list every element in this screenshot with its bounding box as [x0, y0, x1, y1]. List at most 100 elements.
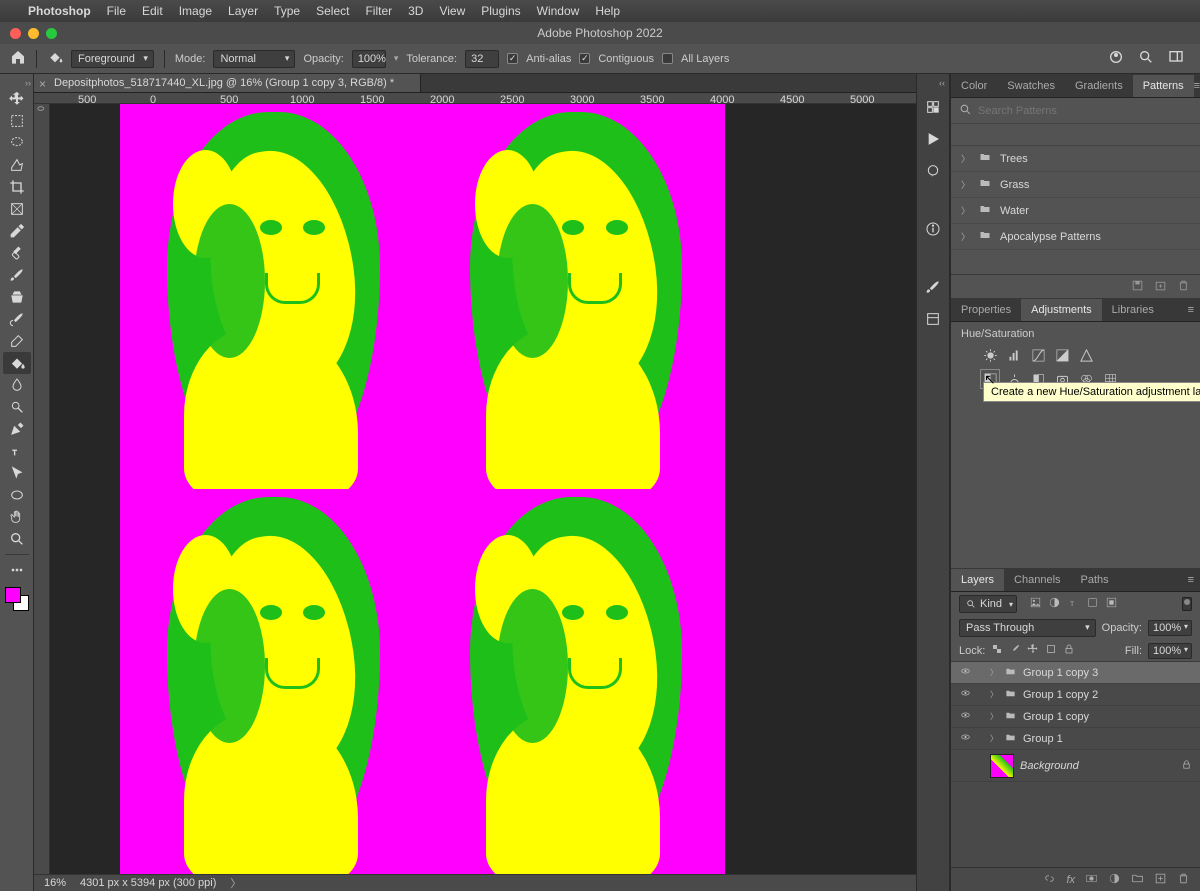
move-tool-icon[interactable]: [3, 88, 31, 110]
tab-layers[interactable]: Layers: [951, 569, 1004, 591]
eraser-tool-icon[interactable]: [3, 330, 31, 352]
filter-pixel-icon[interactable]: [1029, 596, 1042, 612]
tab-adjustments[interactable]: Adjustments: [1021, 299, 1102, 321]
history-brush-tool-icon[interactable]: [3, 308, 31, 330]
pattern-folder-apocalypse[interactable]: 〉Apocalypse Patterns: [951, 224, 1200, 250]
new-layer-icon[interactable]: [1154, 872, 1167, 888]
tab-properties[interactable]: Properties: [951, 299, 1021, 321]
disclosure-icon[interactable]: 〉: [990, 733, 998, 744]
pen-tool-icon[interactable]: [3, 418, 31, 440]
pattern-search-input[interactable]: [978, 105, 1192, 117]
layer-background[interactable]: Background: [951, 750, 1200, 782]
quick-select-tool-icon[interactable]: [3, 154, 31, 176]
menu-help[interactable]: Help: [595, 4, 620, 18]
search-icon[interactable]: [1138, 49, 1154, 68]
marquee-tool-icon[interactable]: [3, 110, 31, 132]
layer-group-1[interactable]: 〉 Group 1: [951, 728, 1200, 750]
menu-filter[interactable]: Filter: [365, 4, 392, 18]
foreground-color[interactable]: [5, 587, 21, 603]
contiguous-checkbox[interactable]: [579, 53, 590, 64]
layer-group-1-copy[interactable]: 〉 Group 1 copy: [951, 706, 1200, 728]
info-panel-icon[interactable]: [920, 216, 946, 242]
anti-alias-checkbox[interactable]: [507, 53, 518, 64]
cloud-docs-icon[interactable]: [1108, 49, 1124, 68]
levels-icon[interactable]: [1005, 346, 1023, 364]
curves-icon[interactable]: [1029, 346, 1047, 364]
lock-icon[interactable]: [1181, 759, 1192, 773]
visibility-icon[interactable]: [959, 666, 972, 679]
pattern-folder-water[interactable]: 〉Water: [951, 198, 1200, 224]
layer-group-1-copy-2[interactable]: 〉 Group 1 copy 2: [951, 684, 1200, 706]
save-preset-icon[interactable]: [1131, 279, 1144, 295]
menu-window[interactable]: Window: [537, 4, 580, 18]
link-layers-icon[interactable]: [1043, 872, 1056, 888]
document-info[interactable]: 4301 px x 5394 px (300 ppi): [80, 877, 216, 889]
menu-image[interactable]: Image: [179, 4, 212, 18]
window-zoom-button[interactable]: [46, 28, 57, 39]
lasso-tool-icon[interactable]: [3, 132, 31, 154]
filter-toggle[interactable]: [1182, 597, 1192, 611]
delete-layer-icon[interactable]: [1177, 872, 1190, 888]
blur-tool-icon[interactable]: [3, 374, 31, 396]
tab-gradients[interactable]: Gradients: [1065, 75, 1133, 97]
disclosure-icon[interactable]: 〉: [990, 689, 998, 700]
lock-position-icon[interactable]: [1027, 643, 1039, 658]
lock-all-icon[interactable]: [1063, 643, 1075, 658]
blend-mode-select[interactable]: Pass Through: [959, 619, 1096, 637]
paint-bucket-tool-icon[interactable]: [3, 352, 31, 374]
hand-tool-icon[interactable]: [3, 506, 31, 528]
vibrance-icon[interactable]: [1077, 346, 1095, 364]
filter-smart-icon[interactable]: [1105, 596, 1118, 612]
all-layers-checkbox[interactable]: [662, 53, 673, 64]
brush-tool-icon[interactable]: [3, 264, 31, 286]
brightness-contrast-icon[interactable]: [981, 346, 999, 364]
layer-fx-icon[interactable]: fx: [1066, 874, 1075, 886]
lock-transparency-icon[interactable]: [991, 643, 1003, 658]
vertical-ruler[interactable]: 0: [34, 104, 50, 874]
fill-source-dropdown[interactable]: Foreground: [71, 50, 154, 68]
expand-panels-icon[interactable]: ‹‹: [939, 78, 949, 88]
status-chevron-icon[interactable]: 〉: [230, 875, 241, 891]
menu-layer[interactable]: Layer: [228, 4, 258, 18]
history-panel-icon[interactable]: [920, 94, 946, 120]
zoom-level[interactable]: 16%: [44, 877, 66, 889]
exposure-icon[interactable]: [1053, 346, 1071, 364]
edit-toolbar-icon[interactable]: [3, 559, 31, 581]
lock-artboard-icon[interactable]: [1045, 643, 1057, 658]
workspace-icon[interactable]: [1168, 49, 1184, 68]
eyedropper-tool-icon[interactable]: [3, 220, 31, 242]
healing-brush-tool-icon[interactable]: [3, 242, 31, 264]
panel-menu-icon[interactable]: ≡: [1188, 304, 1200, 316]
menu-view[interactable]: View: [439, 4, 465, 18]
actions-panel-icon[interactable]: [920, 126, 946, 152]
new-group-icon[interactable]: [1154, 279, 1167, 295]
visibility-icon[interactable]: [959, 710, 972, 723]
window-close-button[interactable]: [10, 28, 21, 39]
zoom-tool-icon[interactable]: [3, 528, 31, 550]
menu-file[interactable]: File: [107, 4, 126, 18]
app-name[interactable]: Photoshop: [28, 4, 91, 18]
comments-panel-icon[interactable]: [920, 158, 946, 184]
fill-input[interactable]: 100%: [1148, 643, 1192, 659]
tab-channels[interactable]: Channels: [1004, 569, 1070, 591]
shape-tool-icon[interactable]: [3, 484, 31, 506]
toolbox-expand-icon[interactable]: ››: [25, 78, 33, 88]
dodge-tool-icon[interactable]: [3, 396, 31, 418]
pattern-folder-trees[interactable]: 〉Trees: [951, 146, 1200, 172]
visibility-icon[interactable]: [959, 732, 972, 745]
tab-swatches[interactable]: Swatches: [997, 75, 1065, 97]
tab-color[interactable]: Color: [951, 75, 997, 97]
color-swatches[interactable]: [5, 587, 29, 611]
document-tab[interactable]: × Depositphotos_518717440_XL.jpg @ 16% (…: [34, 74, 421, 92]
canvas[interactable]: [50, 104, 916, 874]
menu-3d[interactable]: 3D: [408, 4, 423, 18]
home-icon[interactable]: [10, 49, 26, 68]
opacity-input[interactable]: 100%: [352, 50, 386, 68]
clone-stamp-tool-icon[interactable]: [3, 286, 31, 308]
blend-mode-dropdown[interactable]: Normal: [213, 50, 295, 68]
crop-tool-icon[interactable]: [3, 176, 31, 198]
menu-plugins[interactable]: Plugins: [481, 4, 520, 18]
panel-menu-icon[interactable]: ≡: [1194, 80, 1200, 92]
adjustment-layer-icon[interactable]: [1108, 872, 1121, 888]
delete-icon[interactable]: [1177, 279, 1190, 295]
